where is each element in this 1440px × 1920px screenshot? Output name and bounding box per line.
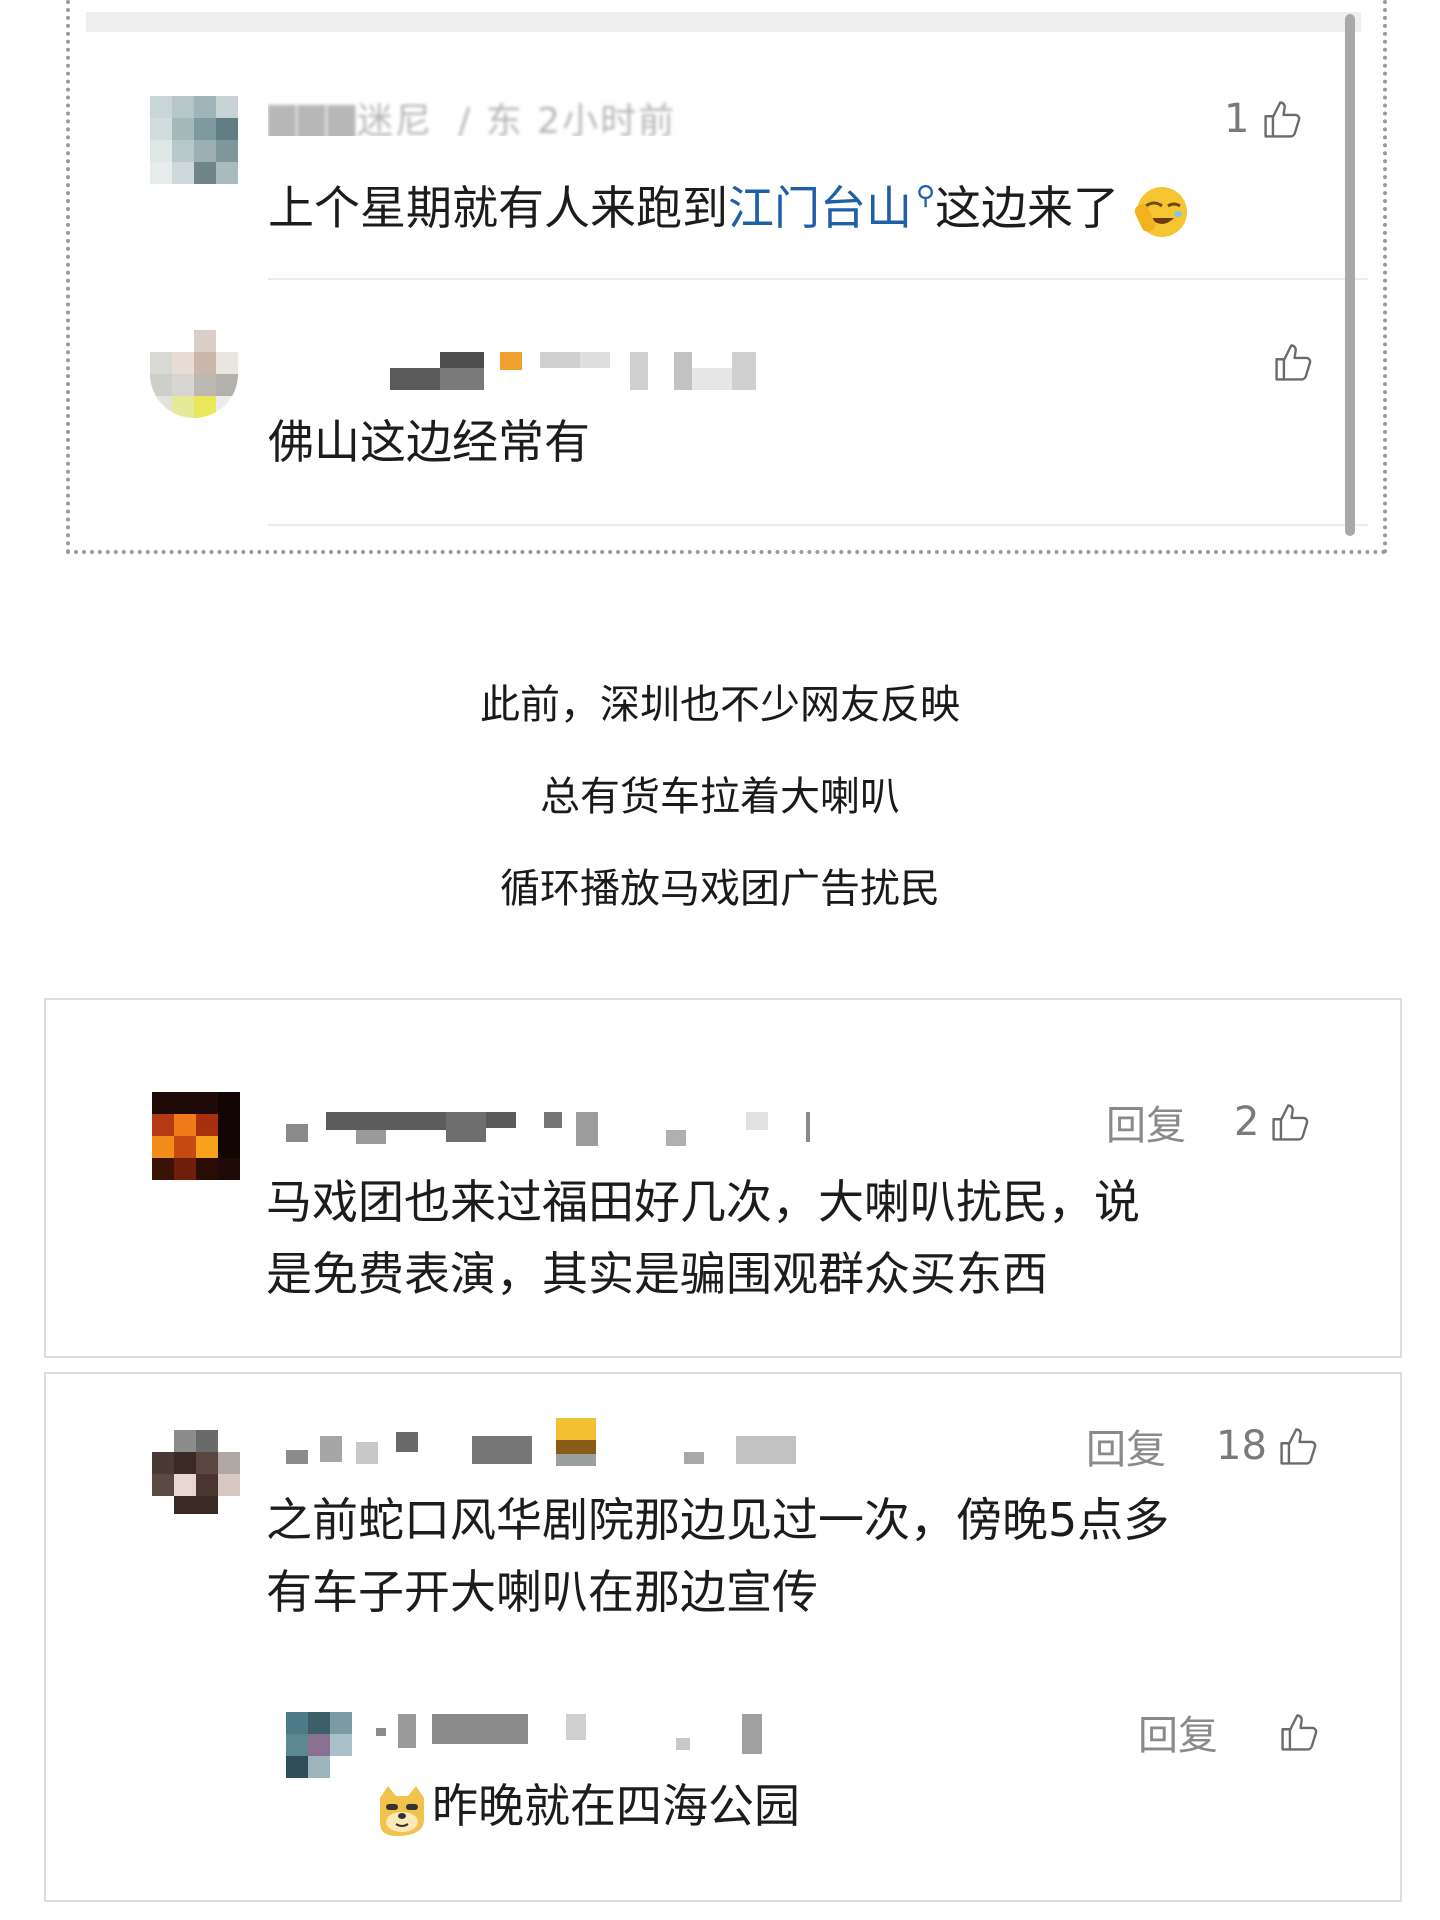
avatar[interactable] bbox=[150, 96, 238, 184]
like-button[interactable] bbox=[1272, 340, 1316, 390]
article-line-3: 循环播放马戏团广告扰民 bbox=[500, 866, 940, 912]
like-button[interactable] bbox=[1278, 1704, 1322, 1760]
article-line-1: 此前，深圳也不少网友反映 bbox=[480, 682, 960, 728]
comment-card: 回复 2 马戏团也来过福田好几次，大喇叭扰民，说 是免费表演，其实是骗围观群众买… bbox=[44, 998, 1402, 1358]
like-button[interactable]: 1 bbox=[1224, 94, 1305, 144]
thumbs-up-icon bbox=[1264, 101, 1301, 138]
comment-thread-screenshot: ▇▇▇迷尼 / 东 2小时前 1 上个星期就有人来跑到江门台山 ⚲这边来了 佛山… bbox=[66, 0, 1387, 554]
reply-avatar[interactable] bbox=[286, 1712, 352, 1778]
doge-emoji bbox=[380, 1785, 424, 1836]
comment-text: 马戏团也来过福田好几次，大喇叭扰民，说 是免费表演，其实是骗围观群众买东西 bbox=[266, 1175, 1140, 1301]
username-blurred bbox=[376, 1714, 836, 1754]
username-blurred: ▇▇▇迷尼 bbox=[268, 101, 434, 136]
avatar[interactable] bbox=[150, 330, 238, 418]
article-line-2: 总有货车拉着大喇叭 bbox=[540, 774, 900, 820]
search-link[interactable]: 江门台山 bbox=[728, 181, 912, 235]
thumbs-up-icon bbox=[1281, 1714, 1318, 1751]
reply-button[interactable]: 回复 bbox=[1106, 1094, 1186, 1150]
comment-divider bbox=[268, 524, 1368, 526]
like-button[interactable]: 2 bbox=[1234, 1094, 1313, 1150]
comment-meta-blurred: ▇▇▇迷尼 / 东 2小时前 bbox=[268, 96, 868, 136]
comment-text: 之前蛇口风华剧院那边见过一次，傍晚5点多 有车子开大喇叭在那边宣传 bbox=[266, 1493, 1170, 1619]
avatar[interactable] bbox=[152, 1430, 240, 1518]
facepalm-laugh-emoji bbox=[1134, 186, 1187, 237]
username-blurred bbox=[286, 1112, 926, 1152]
comment-card: 回复 18 之前蛇口风华剧院那边见过一次，傍晚5点多 有车子开大喇叭在那边宣传 … bbox=[44, 1372, 1402, 1902]
comment-divider bbox=[268, 278, 1368, 280]
thumbs-up-icon bbox=[1275, 344, 1312, 381]
like-count: 2 bbox=[1234, 1099, 1260, 1145]
reply-text: 昨晚就在四海公园 bbox=[372, 1770, 800, 1842]
reply-button[interactable]: 回复 bbox=[1138, 1704, 1218, 1760]
avatar[interactable] bbox=[152, 1092, 240, 1180]
like-button[interactable]: 18 bbox=[1216, 1418, 1321, 1474]
comment-text: 佛山这边经常有 bbox=[268, 415, 590, 469]
thread-top-bar bbox=[86, 12, 1361, 32]
like-count: 1 bbox=[1224, 96, 1250, 142]
username-blurred bbox=[286, 1418, 926, 1470]
thumbs-up-icon bbox=[1280, 1428, 1317, 1465]
reply-button[interactable]: 回复 bbox=[1086, 1418, 1166, 1474]
thumbs-up-icon bbox=[1272, 1104, 1309, 1141]
search-icon[interactable]: ⚲ bbox=[916, 181, 935, 211]
comment-text: 上个星期就有人来跑到江门台山 ⚲这边来了 bbox=[268, 160, 1190, 244]
like-count: 18 bbox=[1216, 1423, 1267, 1469]
timestamp-blurred: / 东 2小时前 bbox=[458, 101, 677, 136]
username-blurred bbox=[390, 352, 950, 392]
scrollbar[interactable] bbox=[1345, 14, 1355, 536]
